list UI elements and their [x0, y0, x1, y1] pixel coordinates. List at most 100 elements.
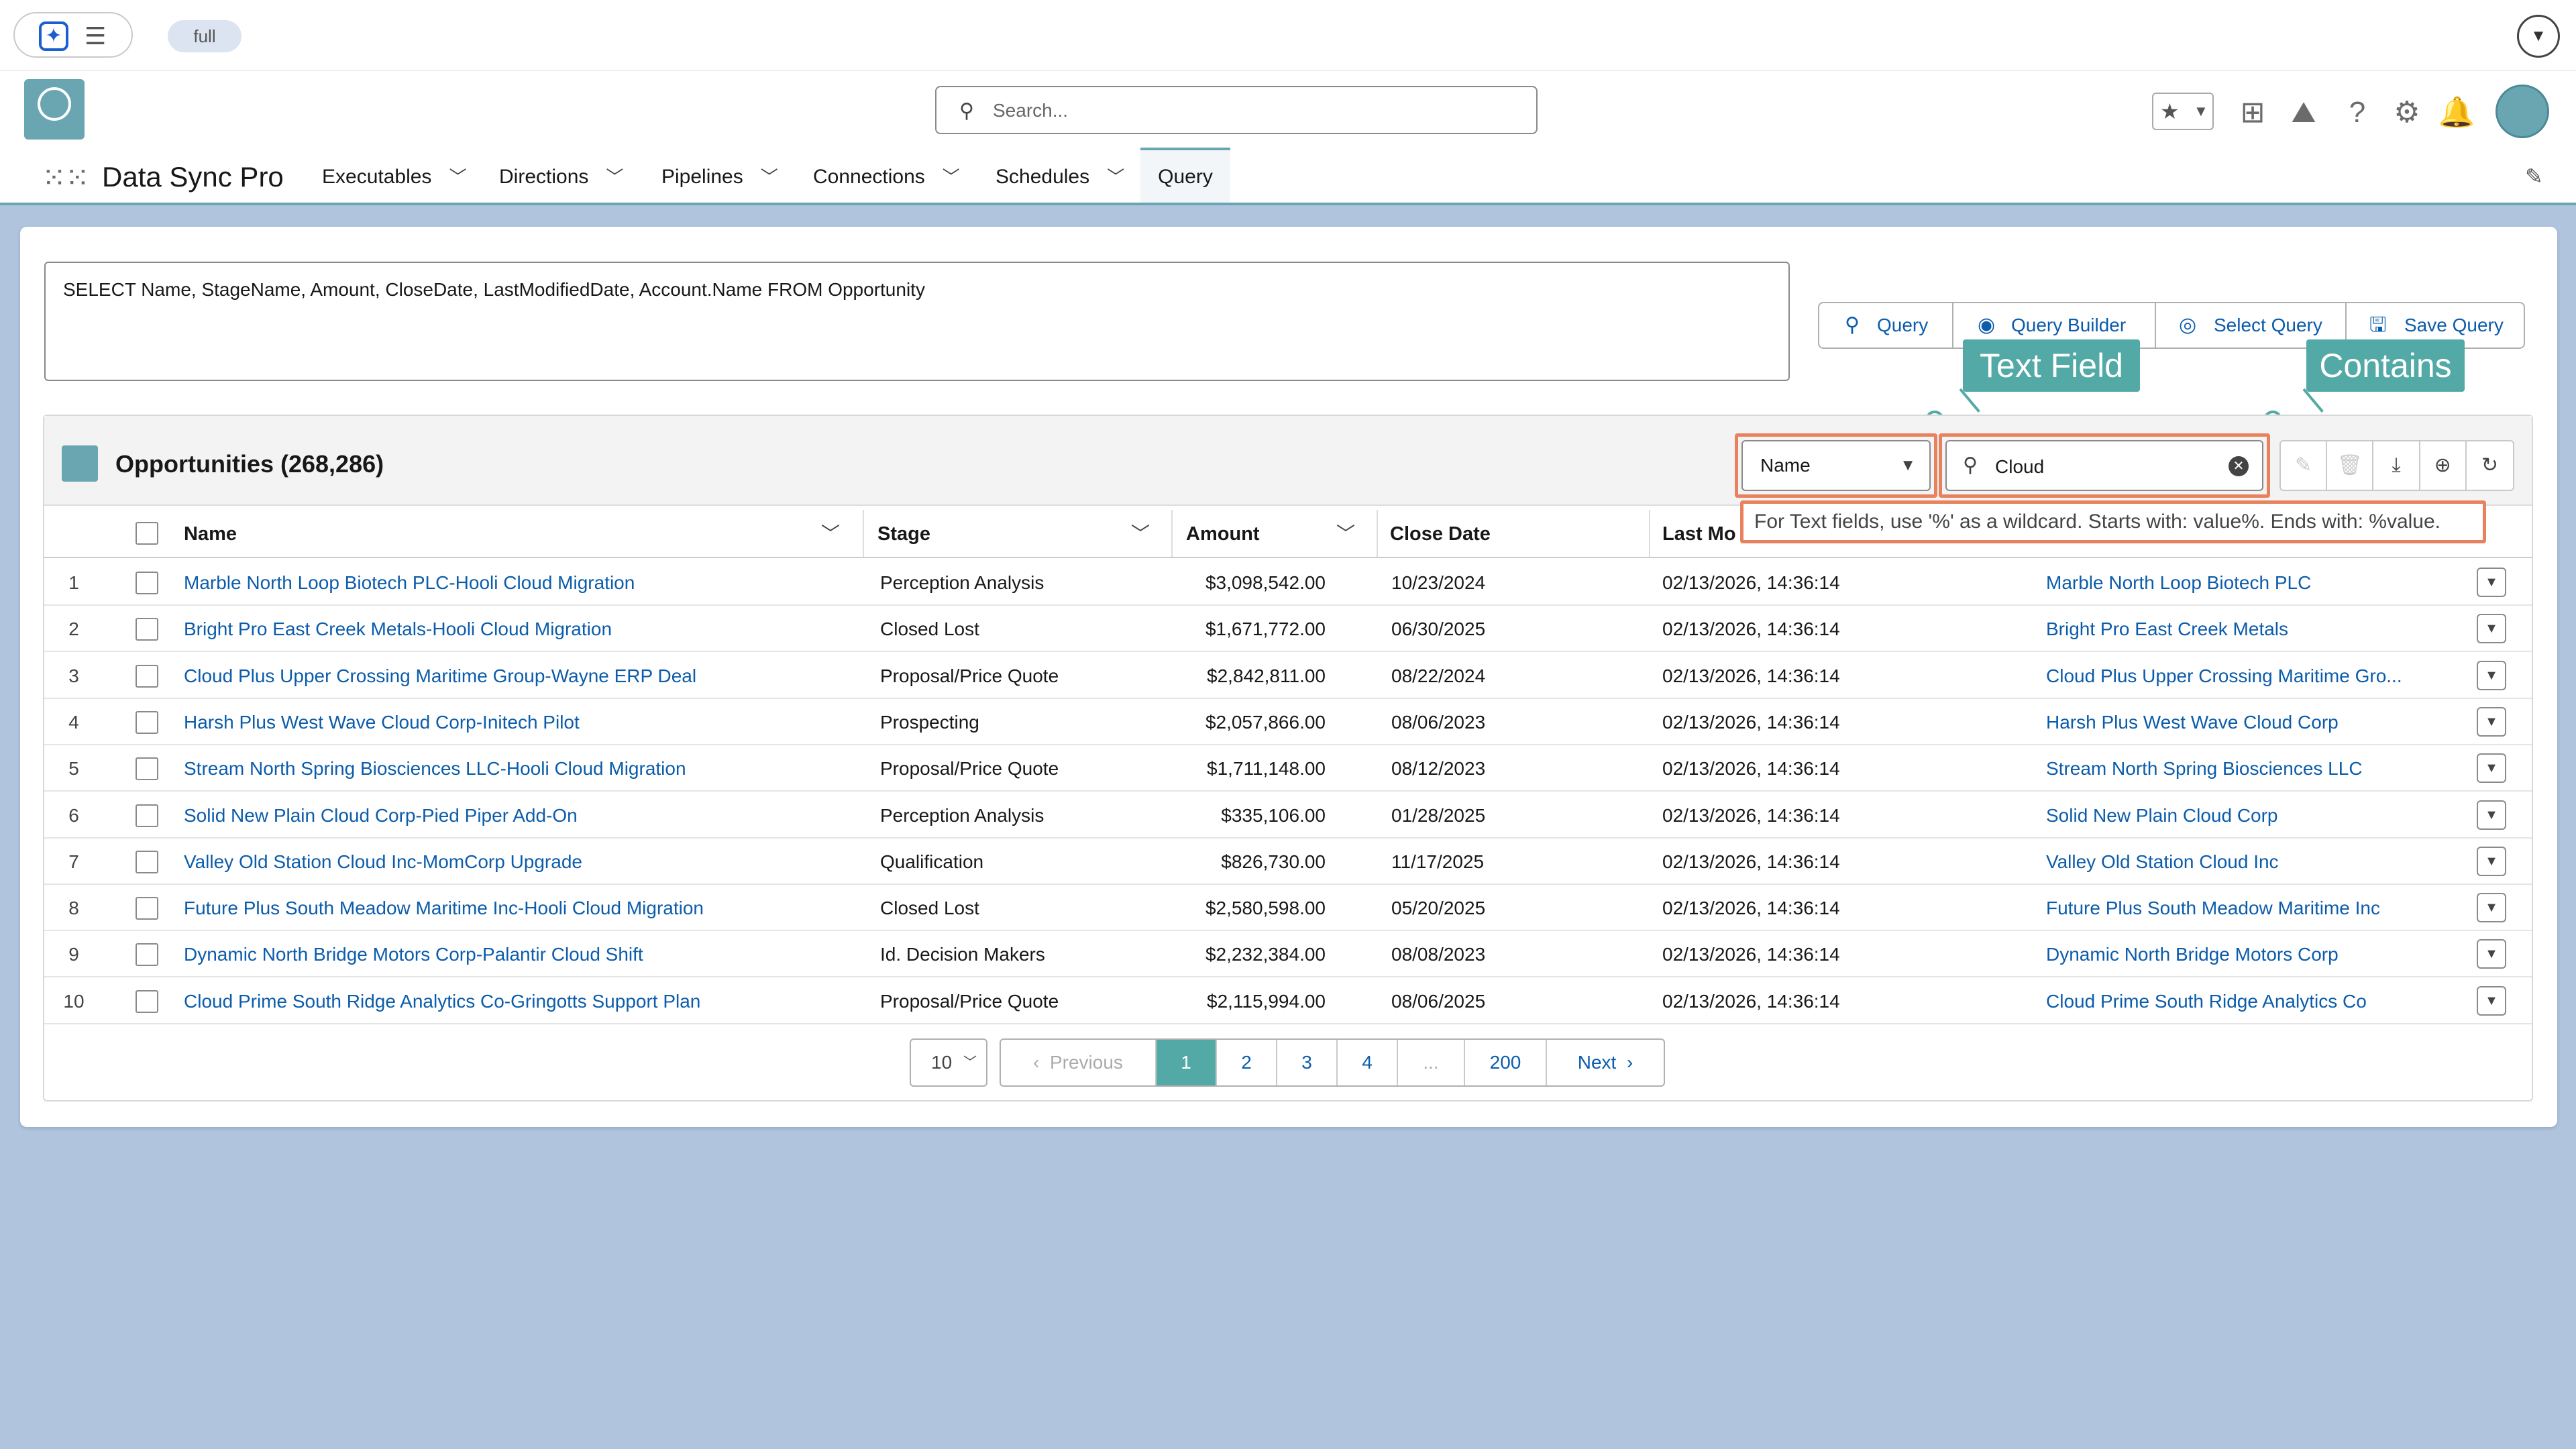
opportunity-name-link[interactable]: Valley Old Station Cloud Inc-MomCorp Upg…: [184, 839, 855, 885]
column-header-stage[interactable]: Stage: [877, 507, 1132, 557]
opportunity-name-link[interactable]: Dynamic North Bridge Motors Corp-Palanti…: [184, 931, 855, 977]
chevron-down-icon[interactable]: ﹀: [821, 507, 840, 557]
account-name-link[interactable]: Bright Pro East Creek Metals: [2046, 606, 2422, 652]
row-checkbox[interactable]: [136, 990, 158, 1013]
row-action-menu-icon[interactable]: ▼: [2477, 939, 2506, 969]
next-button[interactable]: Next ›: [1547, 1040, 1664, 1085]
search-input[interactable]: [991, 97, 1517, 125]
filter-field-select[interactable]: Name ▼: [1741, 440, 1931, 491]
account-name-link[interactable]: Dynamic North Bridge Motors Corp: [2046, 931, 2422, 977]
column-header-amount[interactable]: Amount: [1186, 507, 1347, 557]
search-icon: ⚲: [959, 100, 974, 122]
row-checkbox[interactable]: [136, 897, 158, 920]
column-divider[interactable]: [863, 510, 864, 557]
account-name-link[interactable]: Valley Old Station Cloud Inc: [2046, 839, 2422, 885]
header-accent-line: [0, 203, 2576, 205]
chevron-down-icon[interactable]: ﹀: [943, 148, 960, 207]
gear-icon[interactable]: ⚙: [2387, 93, 2427, 133]
edit-icon[interactable]: ✎: [2281, 441, 2328, 490]
tab-schedules[interactable]: Schedules ﹀: [996, 148, 1124, 204]
previous-button[interactable]: ‹ Previous: [1001, 1040, 1157, 1085]
column-divider[interactable]: [1649, 510, 1650, 557]
delete-icon[interactable]: 🗑: [2327, 441, 2374, 490]
opportunity-name-link[interactable]: Bright Pro East Creek Metals-Hooli Cloud…: [184, 606, 855, 652]
opportunity-name-link[interactable]: Future Plus South Meadow Maritime Inc-Ho…: [184, 885, 855, 931]
select-all-checkbox[interactable]: [136, 522, 158, 545]
chevron-down-icon[interactable]: ﹀: [761, 148, 778, 207]
tab-pipelines[interactable]: Pipelines ﹀: [661, 148, 778, 204]
account-name-link[interactable]: Solid New Plain Cloud Corp: [2046, 792, 2422, 839]
download-icon[interactable]: ⤓: [2373, 441, 2420, 490]
tab-query[interactable]: Query: [1140, 148, 1230, 204]
row-checkbox[interactable]: [136, 757, 158, 780]
app-launcher-button[interactable]: ✦ ☰: [13, 12, 133, 58]
page-size-select[interactable]: 10 ﹀: [910, 1038, 987, 1087]
tab-directions[interactable]: Directions ﹀: [499, 148, 623, 204]
column-divider[interactable]: [1171, 510, 1173, 557]
query-button[interactable]: ⚲ Query: [1819, 303, 1953, 347]
row-checkbox[interactable]: [136, 618, 158, 641]
account-name-link[interactable]: Marble North Loop Biotech PLC: [2046, 559, 2422, 606]
system-menu-button[interactable]: ▼: [2517, 15, 2560, 58]
page-1-button[interactable]: 1: [1157, 1040, 1217, 1085]
opportunity-name-link[interactable]: Stream North Spring Biosciences LLC-Hool…: [184, 745, 855, 792]
filter-search-box[interactable]: ⚲ ✕: [1945, 440, 2263, 491]
row-action-menu-icon[interactable]: ▼: [2477, 986, 2506, 1016]
account-name-link[interactable]: Cloud Prime South Ridge Analytics Co: [2046, 978, 2422, 1024]
tab-connections[interactable]: Connections ﹀: [813, 148, 960, 204]
chevron-down-icon[interactable]: ﹀: [1336, 507, 1355, 557]
column-header-last-modified[interactable]: Last Mo: [1662, 507, 1736, 557]
avatar[interactable]: [2496, 85, 2549, 138]
opportunity-name-link[interactable]: Solid New Plain Cloud Corp-Pied Piper Ad…: [184, 792, 855, 839]
opportunity-name-link[interactable]: Marble North Loop Biotech PLC-Hooli Clou…: [184, 559, 855, 606]
app-logo[interactable]: [24, 79, 85, 140]
favorites-button[interactable]: ★ ▼: [2152, 93, 2214, 130]
chevron-down-icon[interactable]: ﹀: [449, 148, 466, 207]
trailhead-icon[interactable]: ⛰: [2284, 93, 2324, 133]
page-3-button[interactable]: 3: [1277, 1040, 1338, 1085]
refresh-icon[interactable]: ↻: [2467, 441, 2513, 490]
row-action-menu-icon[interactable]: ▼: [2477, 800, 2506, 830]
help-icon[interactable]: ?: [2337, 93, 2377, 133]
clear-icon[interactable]: ✕: [2229, 456, 2249, 476]
row-action-menu-icon[interactable]: ▼: [2477, 893, 2506, 922]
account-name-link[interactable]: Cloud Plus Upper Crossing Maritime Gro..…: [2046, 653, 2422, 699]
row-checkbox[interactable]: [136, 804, 158, 827]
row-action-menu-icon[interactable]: ▼: [2477, 661, 2506, 690]
row-checkbox[interactable]: [136, 711, 158, 734]
row-action-menu-icon[interactable]: ▼: [2477, 753, 2506, 783]
add-circle-icon[interactable]: ⊕: [2420, 441, 2467, 490]
account-name-link[interactable]: Harsh Plus West Wave Cloud Corp: [2046, 699, 2422, 745]
column-header-name[interactable]: Name: [184, 507, 841, 557]
row-action-menu-icon[interactable]: ▼: [2477, 614, 2506, 643]
chevron-down-icon[interactable]: ﹀: [1131, 507, 1150, 557]
soql-editor[interactable]: SELECT Name, StageName, Amount, CloseDat…: [44, 262, 1790, 381]
chevron-down-icon[interactable]: ﹀: [1107, 148, 1124, 207]
bell-icon[interactable]: 🔔: [2436, 93, 2477, 133]
row-checkbox[interactable]: [136, 851, 158, 873]
column-divider[interactable]: [1377, 510, 1378, 557]
column-header-close-date[interactable]: Close Date: [1390, 507, 1631, 557]
account-name-link[interactable]: Stream North Spring Biosciences LLC: [2046, 745, 2422, 792]
filter-input[interactable]: [1994, 453, 2211, 480]
close-date-cell: 06/30/2025: [1391, 619, 1486, 639]
opportunity-name-link[interactable]: Cloud Plus Upper Crossing Maritime Group…: [184, 653, 855, 699]
account-name-link[interactable]: Future Plus South Meadow Maritime Inc: [2046, 885, 2422, 931]
global-search[interactable]: ⚲: [935, 86, 1538, 134]
opportunity-name-link[interactable]: Cloud Prime South Ridge Analytics Co-Gri…: [184, 978, 855, 1024]
add-icon[interactable]: ⊞: [2233, 93, 2273, 133]
row-action-menu-icon[interactable]: ▼: [2477, 568, 2506, 597]
opportunity-name-link[interactable]: Harsh Plus West Wave Cloud Corp-Initech …: [184, 699, 855, 745]
row-checkbox[interactable]: [136, 572, 158, 594]
page-2-button[interactable]: 2: [1217, 1040, 1277, 1085]
page-4-button[interactable]: 4: [1338, 1040, 1398, 1085]
app-launcher-grid-icon[interactable]: ⁙⁙: [42, 160, 90, 197]
row-action-menu-icon[interactable]: ▼: [2477, 707, 2506, 737]
page-200-button[interactable]: 200: [1465, 1040, 1547, 1085]
tab-executables[interactable]: Executables ﹀: [322, 148, 466, 204]
chevron-down-icon[interactable]: ﹀: [606, 148, 623, 207]
row-checkbox[interactable]: [136, 665, 158, 688]
edit-nav-pencil-icon[interactable]: ✎: [2525, 164, 2543, 189]
row-action-menu-icon[interactable]: ▼: [2477, 847, 2506, 876]
row-checkbox[interactable]: [136, 943, 158, 966]
